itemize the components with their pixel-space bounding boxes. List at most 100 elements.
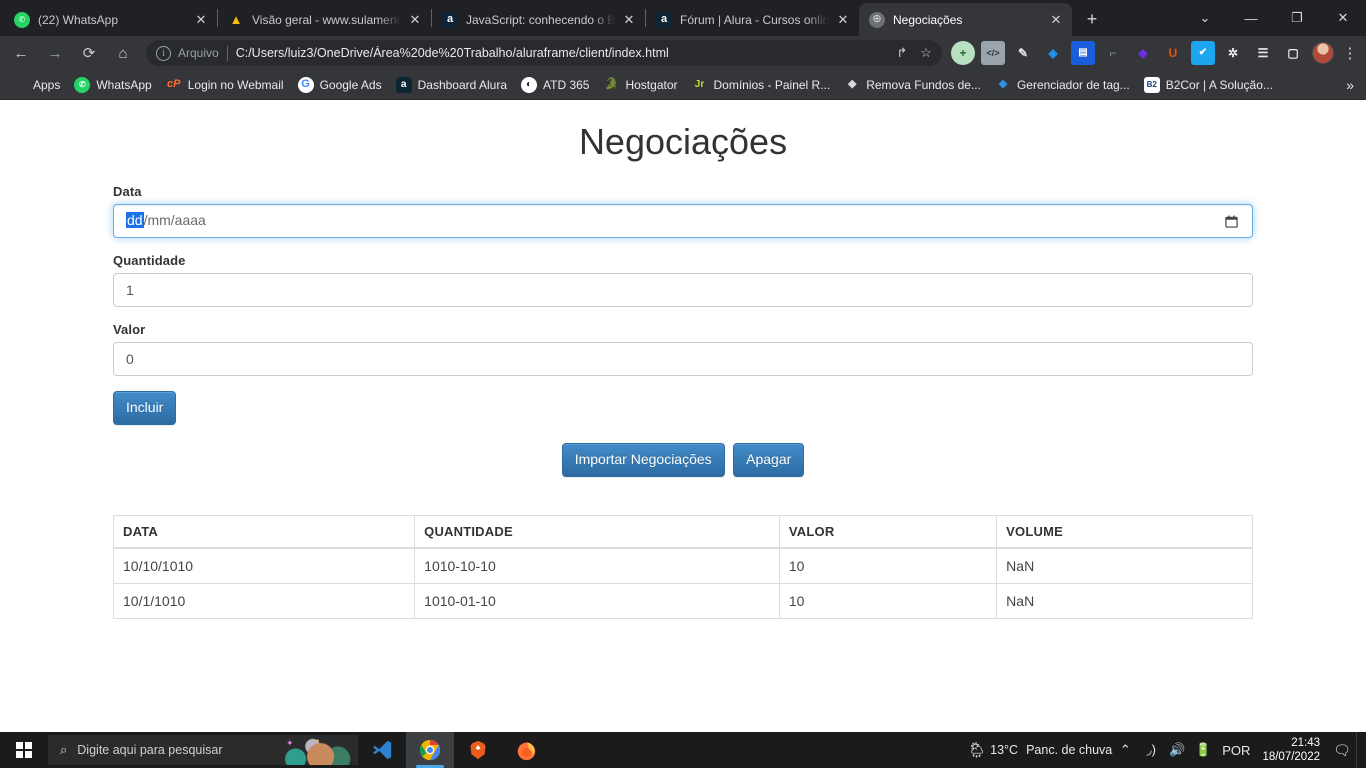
globe-icon: ⊕ — [869, 11, 885, 28]
browser-menu-button[interactable]: ⋮ — [1338, 41, 1362, 65]
taskbar-app-firefox[interactable] — [502, 732, 550, 768]
calendar-icon[interactable] — [1225, 215, 1238, 228]
bookmark-label: ATD 365 — [543, 77, 590, 92]
bookmark-label: Gerenciador de tag... — [1016, 77, 1130, 92]
incluir-button[interactable]: Incluir — [113, 391, 177, 425]
clock-time: 21:43 — [1291, 737, 1320, 749]
alura-icon: a — [656, 11, 672, 28]
code-extension-icon[interactable]: </> — [981, 41, 1005, 65]
cell-volume: NaN — [996, 547, 1253, 584]
apagar-button[interactable]: Apagar — [733, 442, 805, 477]
page-info-icon[interactable]: i — [156, 45, 171, 61]
grammar-extension-icon[interactable]: ✔ — [1191, 41, 1215, 65]
tag-extension-icon[interactable]: ◈ — [1041, 41, 1065, 65]
bookmark-remove-bg[interactable]: ◆ Remova Fundos de... — [837, 73, 988, 97]
bookmark-b2cor[interactable]: B2 B2Cor | A Solução... — [1137, 73, 1280, 97]
start-button[interactable] — [0, 732, 48, 768]
reload-button[interactable]: ⟳ — [75, 39, 103, 67]
tab-search-chevron-icon[interactable]: ⌄ — [1182, 2, 1228, 34]
taskbar-search-box[interactable]: ⌕ Digite aqui para pesquisar ✦ • — [48, 735, 358, 765]
colorpick-extension-icon[interactable]: ✎ — [1011, 41, 1035, 65]
data-label: Data — [113, 184, 142, 199]
weather-widget[interactable]: 🌦 13°C Panc. de chuva — [964, 732, 1113, 768]
sidepanel-icon[interactable]: ▢ — [1281, 41, 1305, 65]
bookmarks-overflow-button[interactable]: » — [1338, 77, 1362, 93]
bookmark-label: Hostgator — [625, 77, 678, 92]
bookmark-whatsapp[interactable]: ✆ WhatsApp — [67, 73, 158, 97]
browser-window: ✆ (22) WhatsApp ✕ ▲ Visão geral - www.su… — [0, 0, 1366, 100]
tab-close-button[interactable]: ✕ — [621, 12, 637, 28]
add-extension-icon[interactable]: + — [951, 41, 975, 65]
tab-close-button[interactable]: ✕ — [1048, 12, 1064, 28]
importar-negociacoes-button[interactable]: Importar Negociações — [561, 442, 725, 477]
tab-title: Fórum | Alura - Cursos online — [680, 12, 829, 27]
close-window-button[interactable]: ✕ — [1320, 2, 1366, 34]
playlist-extension-icon[interactable]: ☰ — [1251, 41, 1275, 65]
ublock-extension-icon[interactable]: U — [1161, 41, 1185, 65]
tools-extension-icon[interactable]: ⌐ — [1101, 41, 1125, 65]
taskbar-app-brave[interactable] — [454, 732, 502, 768]
language-indicator[interactable]: POR — [1216, 732, 1256, 768]
date-day-segment[interactable]: dd — [126, 212, 144, 228]
date-input[interactable]: dd/mm/aaaa — [113, 204, 1253, 238]
quantidade-label: Quantidade — [113, 253, 186, 268]
bookmark-label: Domínios - Painel R... — [713, 77, 831, 92]
bookmark-star-icon[interactable]: ☆ — [914, 41, 938, 65]
taskbar-clock[interactable]: 21:43 18/07/2022 — [1256, 732, 1328, 768]
date-rest-segment[interactable]: /mm/aaaa — [144, 212, 206, 228]
tab-close-button[interactable]: ✕ — [193, 12, 209, 28]
browser-tab-javascript-curso[interactable]: a JavaScript: conhecendo o Bro ✕ — [432, 3, 645, 36]
address-bar[interactable]: i Arquivo C:/Users/luiz3/OneDrive/Área%2… — [146, 40, 942, 66]
wifi-icon[interactable]: ◞) — [1138, 732, 1164, 768]
diamond-extension-icon[interactable]: ◆ — [1131, 41, 1155, 65]
page-title: Negociações — [578, 121, 788, 162]
url-scheme-label: Arquivo — [178, 46, 219, 60]
quantidade-input[interactable] — [113, 273, 1253, 307]
bookmark-webmail[interactable]: cP Login no Webmail — [159, 73, 291, 97]
valor-input[interactable] — [113, 342, 1253, 376]
home-button[interactable]: ⌂ — [109, 39, 137, 67]
bookmark-google-ads[interactable]: G Google Ads — [291, 73, 389, 97]
maximize-button[interactable]: ❐ — [1274, 2, 1320, 34]
share-icon[interactable]: ↱ — [890, 41, 914, 65]
profile-avatar[interactable] — [1312, 42, 1334, 64]
browser-tab-forum-alura[interactable]: a Fórum | Alura - Cursos online ✕ — [646, 3, 859, 36]
tab-close-button[interactable]: ✕ — [835, 12, 851, 28]
browser-tab-sulamerica[interactable]: ▲ Visão geral - www.sulamerica ✕ — [218, 3, 431, 36]
tray-chevron-up-icon[interactable]: ⌃ — [1112, 732, 1138, 768]
bookmark-label: Dashboard Alura — [417, 77, 507, 92]
forward-button[interactable]: → — [41, 39, 69, 67]
bookmark-dominios[interactable]: Jr Domínios - Painel R... — [685, 73, 838, 97]
google-ads-icon: ▲ — [229, 12, 243, 27]
notification-icon[interactable]: 🗨 — [1328, 732, 1356, 768]
system-tray: 🌦 13°C Panc. de chuva ⌃ ◞) 🔊 🔋 POR 21:43… — [964, 732, 1366, 768]
windows-logo-icon — [16, 742, 32, 758]
show-desktop-button[interactable] — [1356, 732, 1362, 768]
weather-temperature: 13°C — [990, 743, 1019, 757]
table-header-row: DATA QUANTIDADE VALOR VOLUME — [112, 514, 1253, 549]
bookmark-gtm[interactable]: ◆ Gerenciador de tag... — [988, 73, 1137, 97]
new-tab-button[interactable]: + — [1078, 5, 1106, 33]
battery-icon[interactable]: 🔋 — [1190, 732, 1216, 768]
taskbar-app-chrome[interactable] — [406, 732, 454, 768]
bitwarden-extension-icon[interactable]: ▤ — [1071, 41, 1095, 65]
tab-close-button[interactable]: ✕ — [407, 12, 423, 28]
puzzle-extensions-icon[interactable]: ✲ — [1221, 41, 1245, 65]
bookmark-apps[interactable]: Apps — [4, 73, 67, 97]
browser-tab-negociacoes[interactable]: ⊕ Negociações ✕ — [859, 3, 1072, 36]
browser-tab-whatsapp[interactable]: ✆ (22) WhatsApp ✕ — [4, 3, 217, 36]
cell-quantidade: 1010-10-10 — [414, 547, 780, 584]
minimize-button[interactable]: — — [1228, 2, 1274, 34]
whatsapp-icon: ✆ — [14, 11, 30, 28]
taskbar-app-vscode[interactable] — [358, 732, 406, 768]
speaker-icon[interactable]: 🔊 — [1164, 732, 1190, 768]
back-button[interactable]: ← — [7, 39, 35, 67]
bookmark-hostgator[interactable]: 🐊 Hostgator — [596, 73, 684, 97]
google-icon: G — [297, 76, 314, 93]
bookmark-label: WhatsApp — [96, 77, 152, 92]
bookmark-dashboard-alura[interactable]: a Dashboard Alura — [389, 73, 514, 97]
tab-title: Negociações — [893, 12, 963, 27]
rain-cloud-icon: 🌦 — [967, 742, 987, 759]
alura-icon: a — [442, 11, 458, 28]
bookmark-atd365[interactable]: ◐ ATD 365 — [514, 73, 596, 97]
